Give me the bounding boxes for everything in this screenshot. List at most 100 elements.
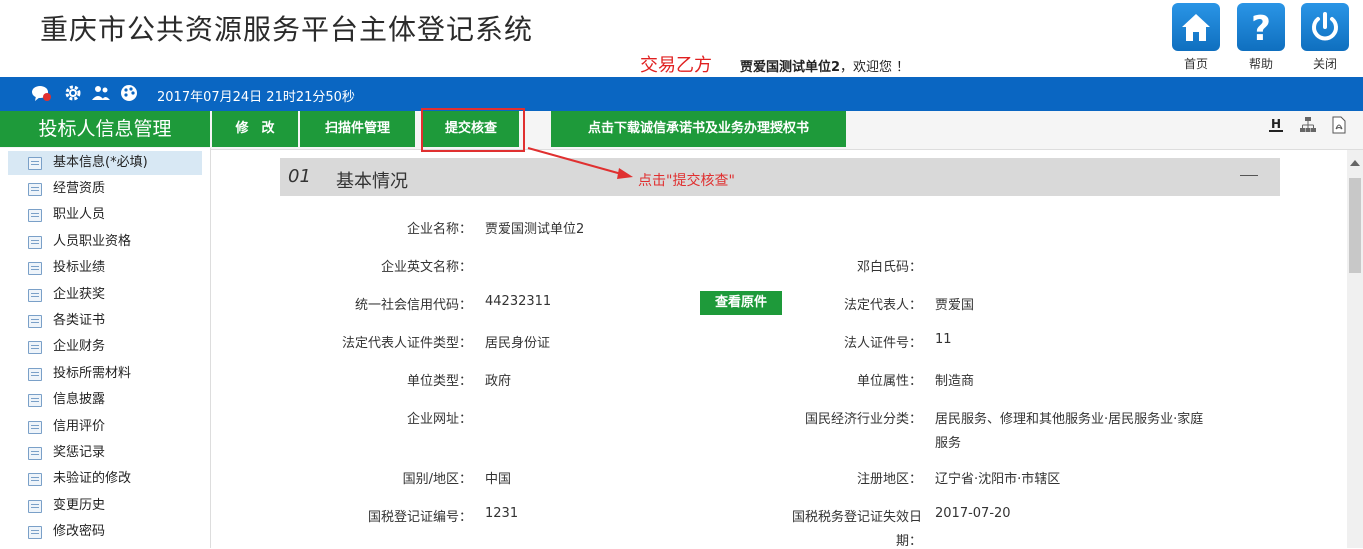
legal-rep-label: 法定代表人： [843, 298, 922, 313]
document-icon [28, 473, 42, 486]
sidebar-item-awards[interactable]: 企业获奖 [8, 283, 202, 307]
document-icon [28, 315, 42, 328]
sidebar-item-change-history[interactable]: 变更历史 [8, 494, 202, 518]
history-icon[interactable]: H [1267, 116, 1285, 134]
document-icon [28, 421, 42, 434]
sidebar: 基本信息(*必填) 经营资质 职业人员 人员职业资格 投标业绩 企业获奖 各类证… [0, 148, 211, 548]
tax-expiry-label-line2: 期： [895, 534, 922, 549]
home-button[interactable]: 首页 [1171, 3, 1221, 72]
gear-icon[interactable] [63, 83, 83, 103]
tax-no-value: 1231 [485, 506, 519, 521]
tax-expiry-label-line1: 国税税务登记证失效日 [791, 510, 922, 525]
role-label: 交易乙方 [640, 55, 712, 76]
welcome-message: 贾爱国测试单位2，欢迎您 ！ [740, 56, 909, 75]
legal-id-type-label: 法定代表人证件类型： [341, 336, 472, 351]
sidebar-item-label: 基本信息(*必填) [53, 155, 148, 170]
edit-button[interactable]: 修 改 [212, 111, 298, 147]
document-icon [28, 500, 42, 513]
sidebar-item-disclosure[interactable]: 信息披露 [8, 388, 202, 412]
unit-attr-label: 单位属性： [856, 374, 922, 389]
legal-id-type-value: 居民身份证 [485, 336, 551, 351]
sidebar-item-staff[interactable]: 职业人员 [8, 203, 202, 227]
document-icon [28, 236, 42, 249]
org-chart-icon[interactable] [1299, 116, 1317, 134]
sidebar-item-label: 信息披露 [53, 392, 106, 407]
sidebar-item-credit-rating[interactable]: 信用评价 [8, 415, 202, 439]
sidebar-item-label: 经营资质 [53, 181, 106, 196]
tax-no-label: 国税登记证编号： [367, 510, 472, 525]
annotation-arrow [527, 147, 633, 179]
document-icon [28, 183, 42, 196]
duns-label: 邓白氏码： [856, 260, 922, 275]
unit-type-value: 政府 [485, 374, 512, 389]
document-icon [28, 368, 42, 381]
sidebar-item-label: 信用评价 [53, 419, 106, 434]
unit-attr-value: 制造商 [935, 374, 975, 389]
sidebar-item-finance[interactable]: 企业财务 [8, 335, 202, 359]
annotation-text: 点击"提交核查" [638, 173, 735, 189]
svg-text:H: H [1271, 117, 1281, 131]
country-label: 国别/地区： [402, 472, 472, 487]
document-icon [28, 157, 42, 170]
sidebar-item-basic-info[interactable]: 基本信息(*必填) [8, 151, 202, 175]
sidebar-item-rewards-penalties[interactable]: 奖惩记录 [8, 441, 202, 465]
sidebar-item-unverified-changes[interactable]: 未验证的修改 [8, 467, 202, 491]
sidebar-item-label: 职业人员 [53, 207, 106, 222]
help-label: 帮助 [1248, 57, 1273, 71]
document-icon [28, 526, 42, 539]
sidebar-item-bid-performance[interactable]: 投标业绩 [8, 256, 202, 280]
help-icon: ? [1237, 3, 1285, 51]
highlight-box [421, 108, 525, 152]
legal-id-no-label: 法人证件号： [843, 336, 922, 351]
scan-manage-button[interactable]: 扫描件管理 [300, 111, 415, 147]
sidebar-item-staff-qualification[interactable]: 人员职业资格 [8, 230, 202, 254]
credit-code-label: 统一社会信用代码： [354, 298, 472, 313]
help-button[interactable]: ? 帮助 [1236, 3, 1286, 72]
home-label: 首页 [1183, 57, 1208, 71]
collapse-icon[interactable] [1240, 175, 1258, 176]
download-commitment-button[interactable]: 点击下载诚信承诺书及业务办理授权书 [551, 111, 846, 147]
sidebar-item-label: 未验证的修改 [53, 471, 132, 486]
sidebar-item-label: 变更历史 [53, 498, 106, 513]
sidebar-item-label: 企业财务 [53, 339, 106, 354]
document-icon [28, 262, 42, 275]
close-label: 关闭 [1312, 57, 1337, 71]
sidebar-item-label: 人员职业资格 [53, 234, 132, 249]
country-value: 中国 [485, 472, 512, 487]
website-label: 企业网址： [406, 412, 472, 427]
datetime-display: 2017年07月24日 21时21分50秒 [157, 90, 355, 105]
palette-icon[interactable] [119, 83, 139, 103]
section-header [280, 158, 1280, 196]
message-icon[interactable] [31, 83, 51, 103]
industry-value-line1: 居民服务、修理和其他服务业·居民服务业·家庭 [935, 412, 1204, 427]
document-icon [28, 394, 42, 407]
pdf-icon[interactable] [1330, 116, 1348, 134]
company-en-name-label: 企业英文名称： [380, 260, 472, 275]
sidebar-item-label: 各类证书 [53, 313, 106, 328]
sidebar-item-label: 企业获奖 [53, 287, 106, 302]
document-icon [28, 447, 42, 460]
reg-area-value: 辽宁省·沈阳市·市辖区 [935, 472, 1061, 487]
sidebar-item-certificates[interactable]: 各类证书 [8, 309, 202, 333]
industry-value-line2: 服务 [935, 436, 962, 451]
sidebar-item-label: 投标所需材料 [53, 366, 132, 381]
section-title: 基本情况 [336, 171, 408, 192]
user-name: 贾爱国测试单位2 [740, 60, 841, 75]
sidebar-item-bid-materials[interactable]: 投标所需材料 [8, 362, 202, 386]
sidebar-item-label: 修改密码 [53, 524, 106, 539]
reg-area-label: 注册地区： [856, 472, 922, 487]
scroll-up-icon[interactable] [1350, 160, 1360, 166]
sidebar-item-label: 奖惩记录 [53, 445, 106, 460]
users-icon[interactable] [91, 83, 111, 103]
legal-rep-value: 贾爱国 [935, 298, 975, 313]
sidebar-item-qualification[interactable]: 经营资质 [8, 177, 202, 201]
legal-id-no-value: 11 [935, 332, 952, 347]
industry-label: 国民经济行业分类： [804, 412, 922, 427]
svg-text:?: ? [1251, 9, 1271, 49]
close-button[interactable]: 关闭 [1300, 3, 1350, 72]
scroll-thumb[interactable] [1349, 178, 1361, 273]
tax-expiry-value: 2017-07-20 [935, 506, 1011, 521]
sidebar-item-change-password[interactable]: 修改密码 [8, 520, 202, 544]
sidebar-item-label: 投标业绩 [53, 260, 106, 275]
credit-code-value: 44232311 [485, 294, 552, 309]
